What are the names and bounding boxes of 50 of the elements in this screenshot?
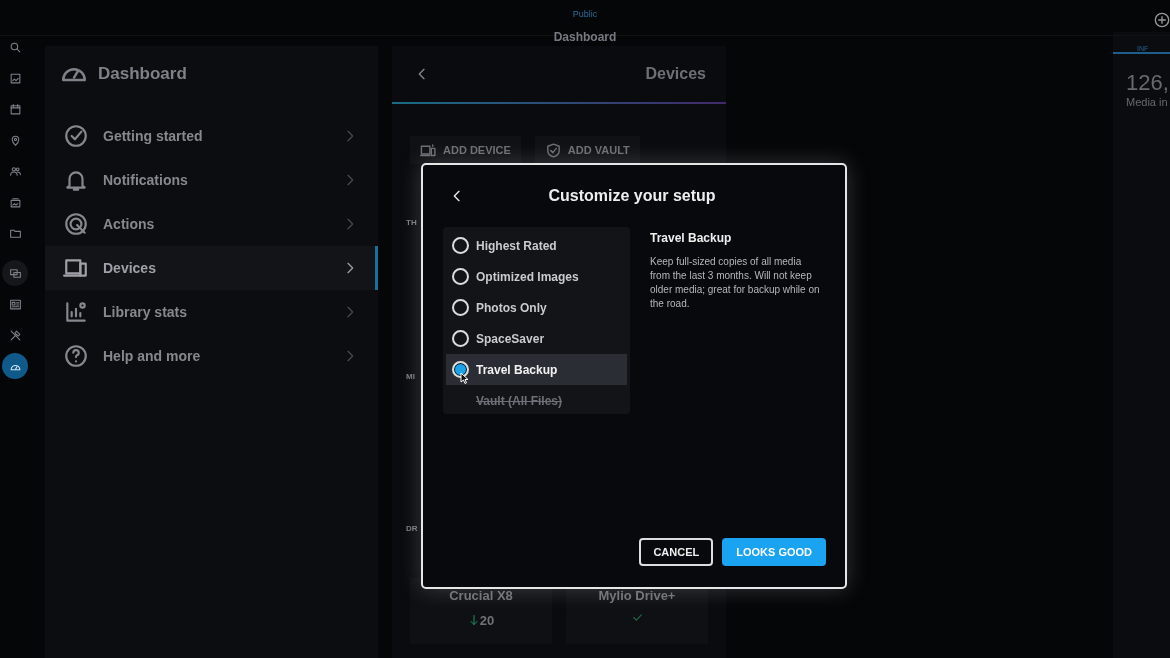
section-label: MI — [406, 372, 415, 382]
dialog-title: Customize your setup — [548, 186, 716, 206]
tools-icon — [8, 328, 22, 342]
sync-count: 20 — [479, 611, 495, 630]
option[interactable]: Optimized Images — [446, 261, 627, 292]
cancel-button[interactable]: CANCEL — [639, 538, 714, 566]
stat-label: Media in — [1125, 95, 1169, 110]
section-label: DR — [406, 524, 418, 534]
detail-text: Keep full-sized copies of all media from the last 3 months. Will not keep older media; great for backup while on the road. — [650, 255, 820, 311]
people-icon — [8, 164, 22, 178]
rail-button[interactable] — [2, 353, 28, 379]
image-icon — [8, 71, 22, 85]
mouse-pointer-icon — [460, 371, 469, 384]
down-arrow-icon — [467, 613, 480, 628]
device-add-icon — [420, 141, 437, 159]
device-name: Crucial X8 — [448, 587, 514, 605]
confirm-button[interactable]: LOOKS GOOD — [722, 538, 826, 566]
target-cursor-icon — [63, 211, 89, 237]
rail-button[interactable] — [2, 260, 28, 286]
add-button[interactable]: ADD DEVICE — [410, 136, 521, 164]
add-icon[interactable] — [1154, 11, 1170, 28]
stats-chart-icon — [63, 299, 89, 325]
dashboard-card-icon — [8, 297, 22, 311]
nav-item[interactable]: Actions — [45, 202, 378, 246]
option: Vault (All Files) — [446, 385, 627, 416]
search-icon — [8, 40, 22, 54]
option[interactable]: Travel Backup — [446, 354, 627, 385]
nav-item[interactable]: Library stats — [45, 290, 378, 334]
stacked-screens-icon — [8, 266, 22, 280]
nav-item[interactable]: Getting started — [45, 114, 378, 158]
stat-value: 126, — [1125, 72, 1170, 94]
nav-item[interactable]: Notifications — [45, 158, 378, 202]
album-icon — [8, 195, 22, 209]
panel-title: Devices — [645, 64, 706, 84]
detail-title: Travel Backup — [650, 230, 733, 247]
calendar-icon — [8, 102, 22, 116]
option[interactable]: Photos Only — [446, 292, 627, 323]
header-subtitle: Public — [572, 8, 598, 19]
section-label: TH — [406, 218, 417, 228]
check-circle-icon — [63, 123, 89, 149]
device-name: Mylio Drive+ — [597, 587, 677, 605]
help-icon — [63, 343, 89, 369]
panel-title: Dashboard — [98, 63, 187, 86]
shield-check-icon — [544, 141, 562, 159]
option[interactable]: Highest Rated — [446, 230, 627, 261]
add-button[interactable]: ADD VAULT — [534, 136, 640, 164]
nav-item[interactable]: Help and more — [45, 334, 378, 378]
header-title: Dashboard — [553, 30, 617, 46]
nav-item[interactable]: Devices — [45, 246, 378, 290]
option[interactable]: SpaceSaver — [446, 323, 627, 354]
